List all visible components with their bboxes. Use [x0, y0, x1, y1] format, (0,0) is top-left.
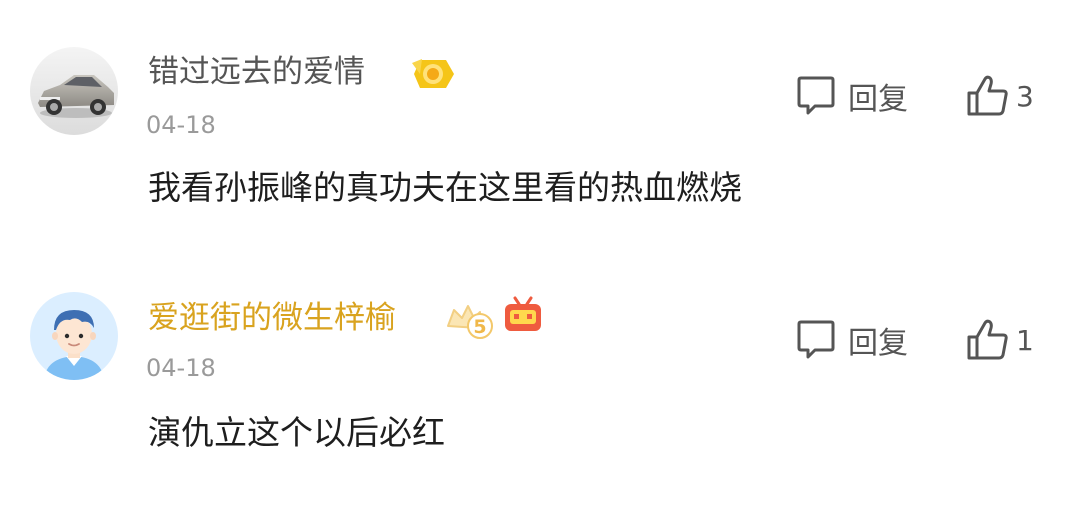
reply-button[interactable]: 回复 — [796, 72, 908, 120]
thumbs-up-icon — [967, 319, 1008, 360]
comment-item: 错过远去的爱情 04-18 我看孙振峰的真功夫在这里看的热血燃烧 回复 3 — [0, 0, 1080, 256]
comment-text: 我看孙振峰的真功夫在这里看的热血燃烧 — [148, 168, 742, 207]
comment-date: 04-18 — [146, 111, 216, 139]
comment-item: 爱逛街的微生梓榆 5 04-18 演仇立这个以后必红 回复 1 — [0, 256, 1080, 522]
tv-badge-icon — [505, 296, 541, 331]
boy-avatar-icon — [30, 292, 118, 380]
like-button[interactable]: 1 — [966, 316, 1034, 364]
level-5-badge-icon: 5 — [447, 305, 493, 339]
user-avatar[interactable] — [30, 292, 118, 380]
user-avatar[interactable] — [30, 47, 118, 135]
like-button[interactable]: 3 — [966, 72, 1034, 120]
comment-bubble-icon — [797, 320, 835, 359]
svg-text:5: 5 — [473, 316, 486, 338]
thumbs-up-icon — [967, 75, 1008, 116]
yellow-medal-icon — [412, 59, 454, 88]
reply-button[interactable]: 回复 — [796, 316, 908, 364]
comment-bubble-icon — [797, 76, 835, 115]
comment-text: 演仇立这个以后必红 — [148, 413, 445, 452]
like-count: 3 — [1016, 79, 1034, 113]
username[interactable]: 爱逛街的微生梓榆 — [148, 298, 396, 338]
like-count: 1 — [1016, 323, 1034, 357]
reply-label: 回复 — [848, 326, 908, 361]
reply-label: 回复 — [848, 82, 908, 117]
comment-date: 04-18 — [146, 354, 216, 382]
car-avatar-icon — [30, 47, 118, 135]
username[interactable]: 错过远去的爱情 — [148, 52, 365, 92]
